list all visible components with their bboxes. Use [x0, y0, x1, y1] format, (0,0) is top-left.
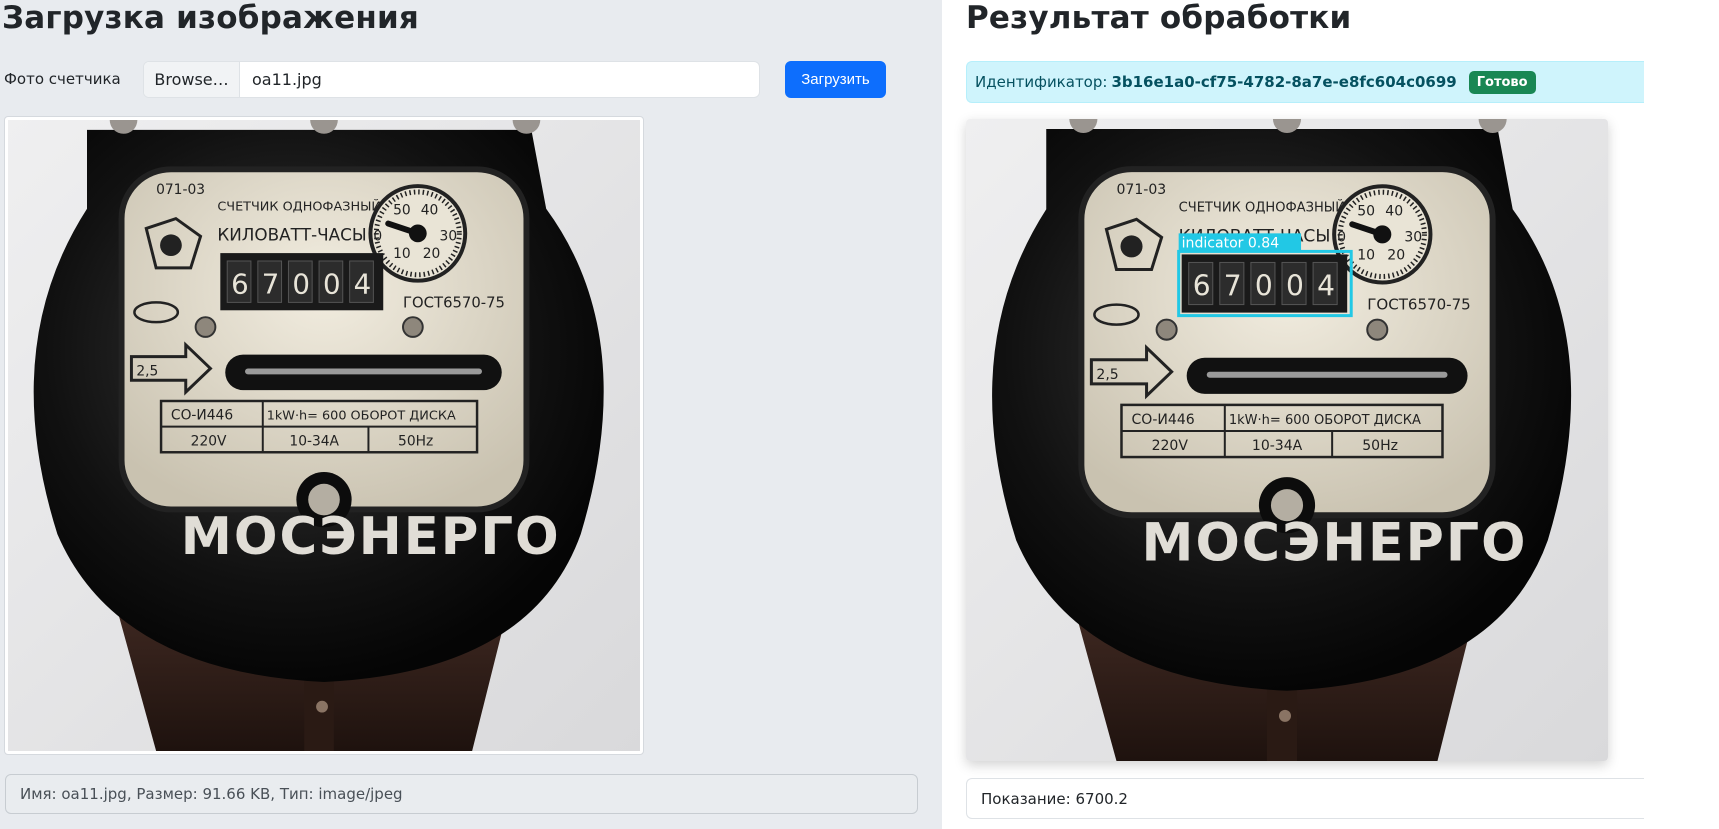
result-title: Результат обработки — [966, 0, 1352, 36]
svg-text:6: 6 — [1193, 270, 1211, 303]
id-value: 3b16e1a0-cf75-4782-8a7e-e8fc604c0699 — [1111, 73, 1457, 91]
svg-text:indicator 0.84: indicator 0.84 — [1182, 235, 1280, 251]
browse-button[interactable]: Browse… — [144, 62, 240, 97]
svg-text:7: 7 — [1224, 270, 1242, 303]
svg-text:0: 0 — [323, 268, 341, 301]
id-alert: Идентификатор: 3b16e1a0-cf75-4782-8a7e-e… — [966, 61, 1644, 103]
file-info: Имя: oa11.jpg, Размер: 91.66 KB, Тип: im… — [5, 774, 918, 814]
svg-text:0: 0 — [1286, 270, 1304, 303]
svg-text:0: 0 — [1255, 270, 1273, 303]
svg-text:40: 40 — [421, 203, 439, 219]
svg-text:10: 10 — [393, 246, 411, 262]
svg-text:20: 20 — [423, 246, 441, 262]
selected-file-name: oa11.jpg — [252, 70, 322, 89]
upload-title: Загрузка изображения — [2, 0, 420, 36]
svg-text:СЧЕТЧИК ОДНОФАЗНЫЙ: СЧЕТЧИК ОДНОФАЗНЫЙ — [217, 199, 381, 215]
svg-text:МОСЭНЕРГО: МОСЭНЕРГО — [181, 507, 561, 567]
svg-text:0: 0 — [1337, 229, 1346, 245]
svg-text:0: 0 — [292, 268, 310, 301]
result-meter-image: 071-03СЧЕТЧИК ОДНОФАЗНЫЙКИЛОВАТТ-ЧАСЫ504… — [966, 119, 1608, 761]
svg-text:10-34A: 10-34A — [289, 433, 339, 449]
upload-panel: Загрузка изображения Фото счетчика Brows… — [0, 0, 942, 829]
file-input[interactable]: Browse… oa11.jpg — [143, 61, 760, 98]
id-label: Идентификатор: — [975, 73, 1108, 91]
svg-text:220V: 220V — [1152, 438, 1189, 454]
uploaded-photo: 071-03 СЧЕТЧИК ОДНОФАЗНЫЙ КИЛОВАТТ-ЧАСЫ 50 4… — [5, 117, 643, 754]
svg-text:50Hz: 50Hz — [1362, 438, 1398, 454]
svg-text:0: 0 — [373, 228, 382, 244]
svg-text:10-34A: 10-34A — [1252, 438, 1303, 454]
svg-text:ГОСТ6570-75: ГОСТ6570-75 — [1367, 296, 1470, 314]
reading-card: Показание: 6700.2 — [966, 778, 1644, 819]
meter-image: 071-03 СЧЕТЧИК ОДНОФАЗНЫЙ КИЛОВАТТ-ЧАСЫ 50 4… — [8, 120, 640, 751]
svg-text:071-03: 071-03 — [156, 182, 205, 198]
svg-text:20: 20 — [1387, 247, 1405, 263]
svg-text:30: 30 — [1404, 229, 1422, 245]
svg-text:ГОСТ6570-75: ГОСТ6570-75 — [403, 294, 505, 311]
result-panel: Результат обработки Идентификатор: 3b16e… — [942, 0, 1719, 829]
svg-text:40: 40 — [1385, 203, 1403, 219]
svg-text:СО-И446: СО-И446 — [1132, 412, 1195, 428]
svg-text:6: 6 — [231, 268, 249, 301]
svg-text:4: 4 — [354, 268, 372, 301]
svg-text:10: 10 — [1357, 247, 1375, 263]
svg-text:СО-И446: СО-И446 — [171, 408, 233, 424]
svg-text:КИЛОВАТТ-ЧАСЫ: КИЛОВАТТ-ЧАСЫ — [217, 224, 366, 244]
svg-text:220V: 220V — [191, 433, 227, 449]
upload-button[interactable]: Загрузить — [785, 61, 886, 98]
svg-text:СЧЕТЧИК ОДНОФАЗНЫЙ: СЧЕТЧИК ОДНОФАЗНЫЙ — [1179, 199, 1345, 215]
status-badge: Готово — [1468, 70, 1536, 94]
svg-text:2,5: 2,5 — [136, 363, 158, 379]
svg-text:1kW·h= 600 ОБОРОТ ДИСКА: 1kW·h= 600 ОБОРОТ ДИСКА — [1229, 413, 1421, 428]
svg-text:50: 50 — [1357, 203, 1375, 219]
svg-text:30: 30 — [440, 228, 458, 244]
result-photo: 071-03СЧЕТЧИК ОДНОФАЗНЫЙКИЛОВАТТ-ЧАСЫ504… — [966, 119, 1608, 761]
svg-text:1kW·h= 600 ОБОРОТ ДИСКА: 1kW·h= 600 ОБОРОТ ДИСКА — [267, 409, 456, 424]
svg-text:50Hz: 50Hz — [398, 433, 433, 449]
svg-text:МОСЭНЕРГО: МОСЭНЕРГО — [1142, 513, 1528, 573]
photo-label: Фото счетчика — [4, 70, 121, 88]
svg-text:50: 50 — [393, 203, 411, 219]
svg-text:2,5: 2,5 — [1096, 367, 1118, 383]
svg-text:7: 7 — [262, 268, 280, 301]
svg-text:071-03: 071-03 — [1116, 182, 1166, 198]
svg-text:4: 4 — [1317, 270, 1335, 303]
